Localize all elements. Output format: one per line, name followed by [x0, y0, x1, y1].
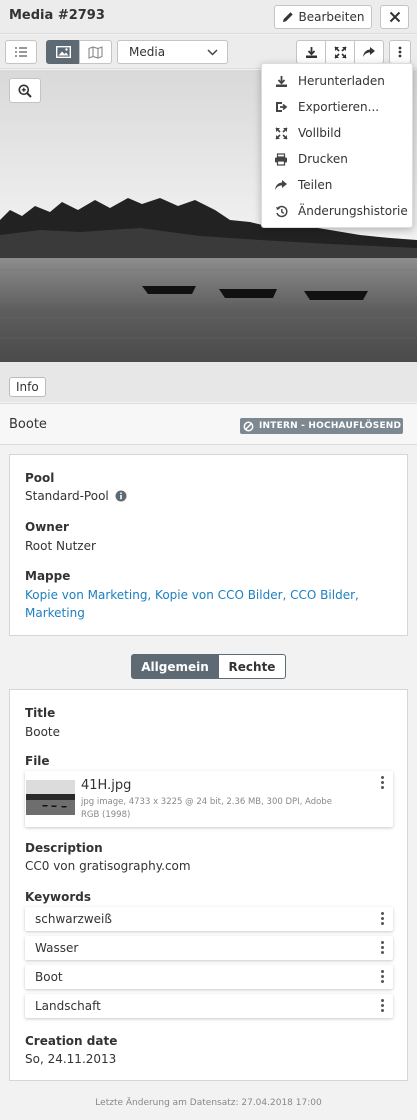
status-badge: INTERN - HOCHAUFLÖSEND: [240, 418, 403, 434]
menu-item-print[interactable]: Drucken: [262, 146, 412, 172]
title-label: Title: [25, 706, 56, 720]
close-button[interactable]: [380, 5, 409, 29]
image-view-button[interactable]: [46, 40, 80, 64]
keyword-label: schwarzweiß: [35, 912, 112, 926]
file-thumbnail: [26, 780, 75, 815]
keyword-chip[interactable]: schwarzweiß: [25, 907, 393, 931]
keyword-label: Wasser: [35, 941, 79, 955]
fullscreen-icon: [273, 125, 289, 141]
keyword-options-icon[interactable]: [381, 912, 385, 927]
edit-button-label: Bearbeiten: [298, 10, 365, 24]
menu-item-label: Exportieren...: [298, 100, 380, 114]
map-view-button[interactable]: [79, 40, 112, 64]
download-icon: [305, 46, 317, 58]
info-tab-strip: Info: [0, 362, 417, 402]
folder-link-marketing[interactable]: Marketing: [25, 606, 85, 620]
zoom-in-icon: [18, 84, 32, 98]
keyword-options-icon[interactable]: [381, 999, 385, 1014]
edit-button[interactable]: Bearbeiten: [274, 5, 372, 29]
fullscreen-icon: [333, 45, 347, 59]
title-value: Boote: [25, 725, 61, 739]
close-icon: [389, 11, 400, 23]
download-icon: [273, 73, 289, 89]
more-options-menu: Herunterladen Exportieren... Vollbild Dr…: [261, 63, 413, 228]
menu-item-label: Teilen: [298, 178, 333, 192]
title-bar: Media #2793 Bearbeiten: [0, 0, 417, 34]
window-title: Media #2793: [9, 8, 105, 23]
owner-label: Owner: [25, 520, 69, 534]
file-info: jpg image, 4733 x 3225 @ 24 bit, 2.36 MB…: [81, 797, 332, 807]
keyword-options-icon[interactable]: [381, 941, 385, 956]
map-icon: [88, 45, 103, 59]
menu-item-download[interactable]: Herunterladen: [262, 68, 412, 94]
keywords-label: Keywords: [25, 890, 92, 904]
more-vertical-icon: [398, 46, 402, 58]
list-icon: [15, 47, 27, 57]
file-name: 41H.jpg: [81, 778, 132, 793]
file-info-cont: RGB (1998): [81, 810, 131, 820]
zoom-button[interactable]: [9, 78, 41, 103]
menu-item-history[interactable]: Änderungshistorie: [262, 198, 412, 224]
keyword-label: Landschaft: [35, 999, 101, 1013]
prohibited-icon: [243, 421, 254, 431]
creation-date-label: Creation date: [25, 1034, 118, 1048]
download-button[interactable]: [296, 40, 326, 64]
record-name-row: Boote INTERN - HOCHAUFLÖSEND: [0, 403, 417, 445]
tab-general[interactable]: Allgemein: [131, 654, 219, 679]
pool-value: Standard-Pool: [25, 489, 109, 503]
view-select[interactable]: Media: [117, 40, 228, 64]
more-options-button[interactable]: [389, 40, 411, 64]
share-icon: [273, 177, 289, 193]
keyword-label: Boot: [35, 970, 63, 984]
image-icon: [55, 46, 71, 58]
folder-links[interactable]: Kopie von Marketing, Kopie von CCO Bilde…: [25, 588, 359, 602]
fullscreen-button[interactable]: [325, 40, 355, 64]
owner-value: Root Nutzer: [25, 539, 96, 553]
details-panel: Title Boote File 41H.jpg jpg image, 4733…: [9, 689, 408, 1081]
record-name: Boote: [9, 417, 47, 432]
file-options-icon[interactable]: [381, 776, 385, 791]
chevron-down-icon: [207, 48, 218, 56]
description-value: CC0 von gratisography.com: [25, 859, 191, 873]
tab-info[interactable]: Info: [9, 377, 46, 397]
keyword-options-icon[interactable]: [381, 970, 385, 985]
keyword-chip[interactable]: Boot: [25, 965, 393, 989]
menu-item-label: Drucken: [298, 152, 348, 166]
print-icon: [273, 151, 289, 167]
export-icon: [273, 99, 289, 115]
menu-item-label: Herunterladen: [298, 74, 385, 88]
pool-label: Pool: [25, 471, 55, 485]
menu-item-fullscreen[interactable]: Vollbild: [262, 120, 412, 146]
pencil-icon: [282, 12, 293, 22]
view-select-value: Media: [129, 45, 166, 59]
file-card[interactable]: 41H.jpg jpg image, 4733 x 3225 @ 24 bit,…: [25, 771, 393, 827]
meta-panel: Pool Standard-Pool Owner Root Nutzer Map…: [9, 454, 408, 636]
share-icon: [363, 47, 375, 57]
keyword-chip[interactable]: Landschaft: [25, 994, 393, 1018]
menu-item-label: Änderungshistorie: [298, 204, 408, 218]
creation-date-value: So, 24.11.2013: [25, 1052, 117, 1066]
folder-label: Mappe: [25, 569, 71, 583]
history-icon: [273, 203, 289, 219]
info-icon[interactable]: [115, 490, 127, 502]
menu-item-label: Vollbild: [298, 126, 342, 140]
keyword-chip[interactable]: Wasser: [25, 936, 393, 960]
file-label: File: [25, 754, 50, 768]
last-modified-footer: Letzte Änderung am Datensatz: 27.04.2018…: [95, 1098, 322, 1108]
list-view-button[interactable]: [5, 40, 37, 64]
menu-item-share[interactable]: Teilen: [262, 172, 412, 198]
description-label: Description: [25, 841, 103, 855]
share-button[interactable]: [354, 40, 384, 64]
tab-rights[interactable]: Rechte: [218, 654, 286, 679]
menu-item-export[interactable]: Exportieren...: [262, 94, 412, 120]
status-badge-label: INTERN - HOCHAUFLÖSEND: [259, 421, 402, 431]
